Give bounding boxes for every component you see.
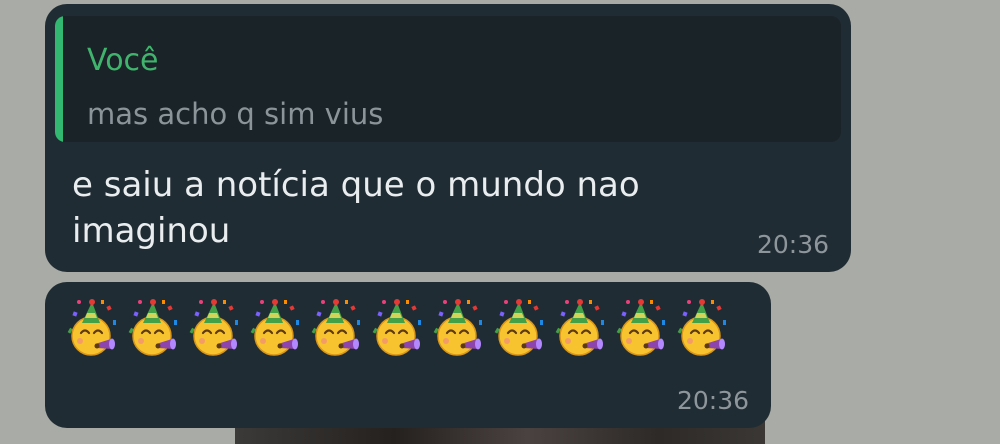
message-time: 20:36 bbox=[756, 230, 829, 259]
message-bubble-incoming[interactable]: Você mas acho q sim vius e saiu a notíci… bbox=[45, 4, 851, 272]
message-text: e saiu a notícia que o mundo nao imagino… bbox=[72, 165, 640, 251]
partying-face-emoji bbox=[494, 299, 543, 356]
partying-face-emoji bbox=[372, 299, 421, 356]
partying-face-emoji bbox=[250, 299, 299, 356]
message-bubble-emoji[interactable]: 20:36 bbox=[45, 282, 771, 428]
emoji-row bbox=[67, 298, 729, 360]
partying-face-emoji bbox=[555, 299, 604, 356]
partying-face-emoji bbox=[311, 299, 360, 356]
quote-author: Você bbox=[87, 43, 159, 78]
partying-face-emoji bbox=[433, 299, 482, 356]
message-time: 20:36 bbox=[676, 386, 749, 415]
partying-face-emoji bbox=[189, 299, 238, 356]
partying-face-emoji bbox=[616, 299, 665, 356]
quote-accent-bar bbox=[55, 16, 63, 142]
partying-face-emoji bbox=[128, 299, 177, 356]
quoted-reply[interactable]: Você mas acho q sim vius bbox=[55, 16, 841, 142]
partying-face-emoji bbox=[67, 299, 116, 356]
partying-face-emoji bbox=[677, 299, 726, 356]
quote-text: mas acho q sim vius bbox=[87, 97, 384, 131]
